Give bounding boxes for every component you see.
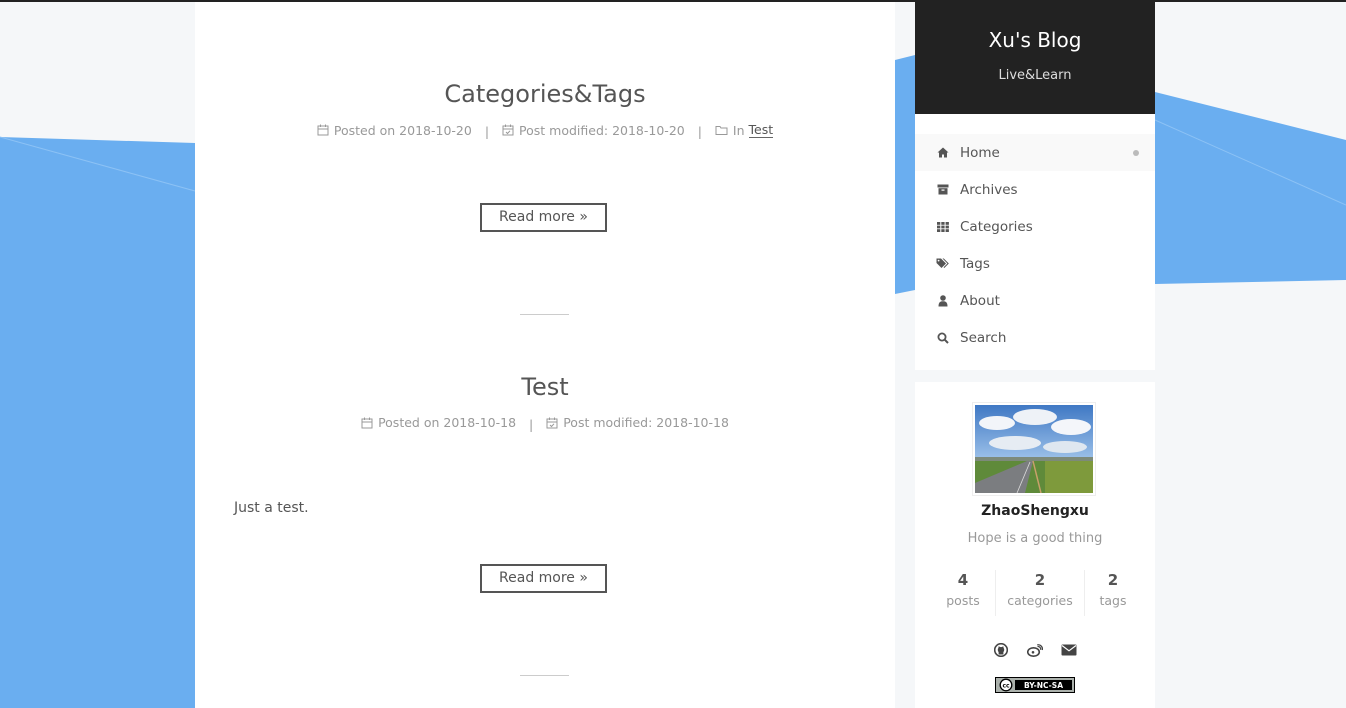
site-subtitle: Live&Learn <box>998 68 1072 83</box>
read-more-button[interactable]: Read more » <box>480 564 607 593</box>
menu-item-label: About <box>960 292 1000 309</box>
social-links <box>915 642 1155 658</box>
menu-item-home[interactable]: Home <box>915 134 1155 171</box>
author-name: ZhaoShengxu <box>981 503 1089 519</box>
post-meta: Posted on 2018-10-18 | Post modified: 20… <box>195 415 895 432</box>
menu-item-label: Search <box>960 329 1007 346</box>
site-title[interactable]: Xu's Blog <box>915 28 1155 52</box>
post-divider <box>520 314 569 315</box>
author-description: Hope is a good thing <box>967 531 1103 546</box>
post-divider <box>520 675 569 676</box>
avatar <box>972 402 1096 496</box>
category-prefix: In <box>732 122 745 138</box>
calendar-check-icon <box>502 124 514 136</box>
meta-divider: | <box>529 416 534 432</box>
th-icon <box>936 220 950 234</box>
calendar-icon <box>361 417 373 428</box>
meta-divider: | <box>484 124 490 139</box>
weibo-icon[interactable] <box>1027 642 1043 658</box>
menu-item-label: Categories <box>960 218 1033 235</box>
stat-label: categories <box>1007 593 1073 608</box>
tags-icon <box>936 257 950 271</box>
meta-divider: | <box>697 124 702 139</box>
posted-date: 2018-10-20 <box>399 122 472 138</box>
stat-count: 4 <box>957 571 969 589</box>
menu-item-categories[interactable]: Categories <box>915 208 1155 245</box>
post-title[interactable]: Categories&Tags <box>195 80 895 108</box>
stat-label: tags <box>1099 593 1127 608</box>
menu-item-search[interactable]: Search <box>915 319 1155 356</box>
stat-posts[interactable]: 4 posts <box>930 570 996 616</box>
category-link[interactable]: Test <box>748 122 774 138</box>
post-meta: Posted on 2018-10-20 | Post modified: 20… <box>195 122 895 139</box>
posted-date: 2018-10-18 <box>443 415 517 430</box>
modified-label: Post modified: <box>563 415 653 430</box>
menu-item-label: Home <box>960 144 1000 161</box>
read-more-button[interactable]: Read more » <box>480 203 607 232</box>
menu-item-tags[interactable]: Tags <box>915 245 1155 282</box>
site-stats: 4 posts 2 categories 2 tags <box>930 570 1140 616</box>
site-header: Xu's Blog Live&Learn <box>915 2 1155 114</box>
stat-count: 2 <box>1107 571 1119 589</box>
user-icon <box>936 294 950 308</box>
creative-commons-badge[interactable]: cc BY-NC-SA <box>995 677 1075 693</box>
active-indicator <box>1133 150 1139 156</box>
stat-tags[interactable]: 2 tags <box>1084 570 1141 616</box>
modified-date: 2018-10-20 <box>612 122 685 138</box>
archive-icon <box>936 183 950 197</box>
menu-item-about[interactable]: About <box>915 282 1155 319</box>
main-menu: Home Archives Categories Tags About Sear… <box>915 114 1155 370</box>
post-title[interactable]: Test <box>195 373 895 401</box>
menu-item-label: Tags <box>960 255 990 272</box>
calendar-icon <box>317 124 329 136</box>
calendar-check-icon <box>546 417 558 428</box>
stat-count: 2 <box>1034 571 1046 589</box>
email-icon[interactable] <box>1061 642 1077 658</box>
license-text: BY-NC-SA <box>1024 681 1063 690</box>
author-panel: ZhaoShengxu Hope is a good thing 4 posts… <box>915 382 1155 708</box>
menu-item-label: Archives <box>960 181 1018 198</box>
main-content: Categories&Tags Posted on 2018-10-20 | P… <box>195 2 895 708</box>
posted-label: Posted on <box>333 122 396 138</box>
menu-item-archives[interactable]: Archives <box>915 171 1155 208</box>
modified-label: Post modified: <box>519 122 609 138</box>
stat-label: posts <box>946 593 980 608</box>
stat-categories[interactable]: 2 categories <box>995 570 1084 616</box>
top-border <box>0 0 1346 2</box>
folder-icon <box>715 126 728 135</box>
modified-date: 2018-10-18 <box>656 415 729 430</box>
post-excerpt: Just a test. <box>234 500 309 516</box>
svg-text:cc: cc <box>1002 682 1010 689</box>
home-icon <box>936 146 950 160</box>
github-icon[interactable] <box>993 642 1009 658</box>
posted-label: Posted on <box>378 415 440 430</box>
search-icon <box>936 331 950 345</box>
